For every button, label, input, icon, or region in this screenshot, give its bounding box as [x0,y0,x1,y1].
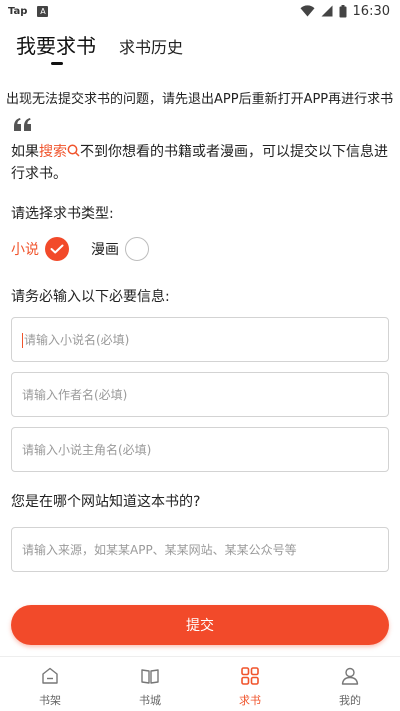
nav-profile-label: 我的 [339,694,361,707]
nav-bookstore-label: 书城 [139,694,161,707]
author-name-input[interactable] [12,373,388,416]
tap-app-label: Tap [8,5,28,17]
book-open-icon [141,669,159,684]
hint-prefix: 如果 [11,144,39,160]
submit-label: 提交 [186,618,214,634]
nav-profile[interactable]: 我的 [300,657,400,711]
radio-novel-label: 小说 [11,242,39,258]
novel-name-input[interactable] [12,318,388,361]
source-input[interactable] [12,528,388,571]
nav-bookstore[interactable]: 书城 [100,657,200,711]
radio-novel[interactable]: 小说 [11,237,69,261]
notice-marquee: 出现无法提交求书的问题，请先退出APP后重新打开APP再进行求书 [0,86,400,108]
nav-request-book[interactable]: 求书 [200,657,300,711]
radio-comic-label: 漫画 [91,242,119,258]
search-link[interactable]: 搜索 [39,144,80,160]
notification-icon: A [37,5,49,17]
required-label: 请务必输入以下必要信息: [11,289,170,305]
hint-text: 如果搜索 不到你想看的书籍或者漫画，可以提交以下信息进行求书。 [11,141,389,185]
novel-name-field[interactable] [11,317,389,362]
source-field[interactable] [11,527,389,572]
clock: 16:30 [352,3,390,19]
battery-icon [339,4,347,17]
search-link-label: 搜索 [39,144,67,160]
check-icon [45,237,69,261]
author-name-field[interactable] [11,372,389,417]
wifi-icon [300,5,315,17]
user-icon [341,667,359,685]
bottom-nav: 书架 书城 求书 我的 [0,656,400,711]
tab-request-book[interactable]: 我要求书 [16,30,96,59]
bookshelf-icon [42,667,58,684]
quote-icon [14,118,31,131]
grid-icon [241,667,259,685]
header-tabs: 我要求书 求书历史 [0,26,400,70]
active-tab-indicator [51,62,63,65]
radio-comic[interactable]: 漫画 [91,237,149,261]
protagonist-name-input[interactable] [12,428,388,471]
source-label: 您是在哪个网站知道这本书的? [11,494,201,510]
signal-icon [321,5,333,17]
type-label: 请选择求书类型: [11,206,114,222]
protagonist-name-field[interactable] [11,427,389,472]
submit-button[interactable]: 提交 [11,605,389,645]
nav-request-book-label: 求书 [239,694,261,707]
search-icon [67,144,80,157]
nav-bookshelf-label: 书架 [39,694,61,707]
status-bar: Tap A 16:30 [0,0,400,22]
type-radio-group: 小说 漫画 [11,236,171,262]
tab-request-history[interactable]: 求书历史 [119,34,183,58]
nav-bookshelf[interactable]: 书架 [0,657,100,711]
radio-empty-icon [125,237,149,261]
notice-text: 出现无法提交求书的问题，请先退出APP后重新打开APP再进行求书 [6,92,394,107]
